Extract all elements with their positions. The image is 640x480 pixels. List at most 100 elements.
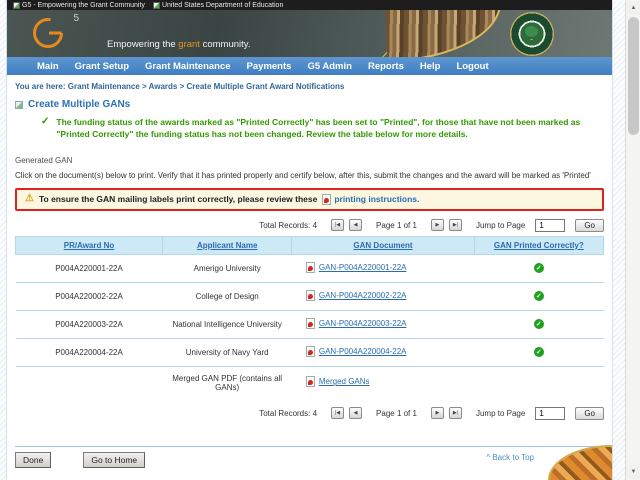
- footer-divider: [15, 445, 604, 447]
- printed-cell: ✓: [474, 254, 604, 283]
- award-no-cell: P004A220004-22A: [15, 338, 163, 367]
- page-indicator: Page 1 of 1: [376, 220, 417, 230]
- table-row: P004A220001-22A Amerigo University GAN-P…: [15, 254, 604, 283]
- g5-favicon-icon: [13, 1, 20, 9]
- header-applicant-name[interactable]: Applicant Name: [161, 235, 293, 255]
- nav-item-help[interactable]: Help: [412, 61, 449, 72]
- printed-cell: ✓: [474, 282, 604, 311]
- browser-tabs-strip: G5 - Empowering the Grant Community Unit…: [7, 0, 612, 10]
- check-icon: ✓: [533, 263, 544, 274]
- printed-cell: [474, 366, 603, 399]
- nav-item-reports[interactable]: Reports: [360, 61, 412, 72]
- library-photo: [385, 10, 503, 57]
- printing-instructions-link[interactable]: printing instructions.: [322, 193, 419, 205]
- breadcrumb-label: You are here:: [15, 82, 66, 91]
- last-page-button[interactable]: ▶|: [448, 407, 462, 420]
- merged-gans-link[interactable]: Merged GANs: [305, 376, 370, 388]
- table-row: P004A220002-22A College of Design GAN-P0…: [15, 282, 604, 311]
- page-content: You are here: Grant Maintenance > Awards…: [7, 82, 612, 468]
- next-page-button[interactable]: ▶: [430, 407, 444, 420]
- table-row-merged: Merged GAN PDF (contains all GANs) Merge…: [16, 366, 604, 399]
- gan-document-link[interactable]: GAN-P004A220002-22A: [305, 289, 406, 301]
- table-header-row: PR/Award No Applicant Name GAN Document …: [15, 235, 605, 255]
- gan-document-cell: GAN-P004A220003-22A: [291, 310, 475, 339]
- total-records-label: Total Records: 4: [259, 408, 318, 418]
- tagline: Empowering the grant community.: [107, 39, 251, 50]
- header-gan-printed[interactable]: GAN Printed Correctly?: [473, 235, 605, 255]
- jump-to-page-label: Jump to Page: [475, 220, 526, 230]
- printed-cell: ✓: [474, 338, 604, 367]
- breadcrumb: You are here: Grant Maintenance > Awards…: [15, 82, 604, 91]
- g5-logo-numeral: 5: [73, 13, 79, 24]
- back-to-top-link[interactable]: ^ Back to Top: [486, 453, 534, 462]
- pdf-icon: [305, 261, 315, 273]
- header-pr-award-no[interactable]: PR/Award No: [15, 235, 163, 255]
- header-gan-document[interactable]: GAN Document: [291, 235, 475, 255]
- pagination-bottom: Total Records: 4 |◀ ◀ Page 1 of 1 ▶ ▶| J…: [15, 406, 604, 420]
- check-icon: ✓: [533, 319, 544, 330]
- total-records-label: Total Records: 4: [259, 220, 318, 230]
- page-title-row: Create Multiple GANs: [15, 99, 604, 110]
- printed-cell: ✓: [474, 310, 604, 339]
- main-navbar: Main Grant Setup Grant Maintenance Payme…: [7, 57, 612, 75]
- next-page-button[interactable]: ▶: [430, 219, 444, 232]
- applicant-cell: Merged GAN PDF (contains all GANs): [172, 373, 283, 392]
- last-page-button[interactable]: ▶|: [448, 219, 462, 232]
- check-icon: ✓: [533, 347, 544, 358]
- applicant-cell: College of Design: [162, 282, 292, 311]
- award-no-cell: [16, 366, 163, 399]
- award-no-cell: P004A220003-22A: [15, 310, 163, 339]
- table-row: P004A220003-22A National Intelligence Un…: [15, 310, 604, 339]
- generated-gan-label: Generated GAN: [15, 155, 73, 165]
- warning-triangle-icon: ⚠: [25, 193, 34, 205]
- nav-item-payments[interactable]: Payments: [239, 61, 300, 72]
- applicant-cell: National Intelligence University: [162, 310, 292, 339]
- scroll-up-icon[interactable]: ▲: [626, 1, 640, 15]
- gan-document-cell: Merged GANs: [292, 366, 474, 399]
- prev-page-button[interactable]: ◀: [349, 219, 363, 232]
- app-header-banner: 5 Empowering the grant community.: [7, 10, 612, 57]
- first-page-button[interactable]: |◀: [331, 219, 345, 232]
- pdf-icon: [305, 317, 315, 329]
- jump-to-page-label: Jump to Page: [475, 408, 526, 418]
- pdf-icon: [305, 376, 315, 388]
- nav-item-grant-maintenance[interactable]: Grant Maintenance: [137, 61, 239, 72]
- prev-page-button[interactable]: ◀: [349, 407, 363, 420]
- first-page-button[interactable]: |◀: [331, 407, 345, 420]
- award-no-cell: P004A220002-22A: [15, 282, 163, 311]
- tagline-grant-word: grant: [178, 39, 200, 50]
- pagination-top: Total Records: 4 |◀ ◀ Page 1 of 1 ▶ ▶| J…: [15, 218, 604, 232]
- go-button[interactable]: Go: [575, 406, 604, 420]
- gan-document-link[interactable]: GAN-P004A220001-22A: [305, 261, 406, 273]
- jump-to-page-input[interactable]: [535, 218, 566, 232]
- scroll-down-icon[interactable]: ▼: [626, 465, 640, 479]
- nav-item-grant-setup[interactable]: Grant Setup: [67, 61, 137, 72]
- success-message-text: The funding status of the awards marked …: [56, 117, 581, 140]
- award-no-cell: P004A220001-22A: [15, 254, 163, 283]
- scrollbar-thumb[interactable]: [628, 17, 639, 135]
- warning-text: To ensure the GAN mailing labels print c…: [38, 194, 318, 205]
- applicant-cell: Amerigo University: [162, 254, 292, 283]
- section-icon: [15, 100, 23, 109]
- tab-title: United States Department of Education: [161, 1, 284, 9]
- gan-document-link[interactable]: GAN-P004A220004-22A: [305, 345, 406, 357]
- jump-to-page-input[interactable]: [535, 406, 566, 420]
- nav-item-main[interactable]: Main: [29, 61, 67, 72]
- tab-title: G5 - Empowering the Grant Community: [22, 1, 145, 9]
- done-button[interactable]: Done: [15, 451, 52, 468]
- browser-scrollbar[interactable]: ▲ ▼: [625, 0, 640, 480]
- browser-tab-g5[interactable]: G5 - Empowering the Grant Community: [13, 1, 145, 9]
- page-title: Create Multiple GANs: [28, 99, 131, 110]
- warning-banner: ⚠ To ensure the GAN mailing labels print…: [15, 187, 604, 211]
- nav-item-g5-admin[interactable]: G5 Admin: [299, 61, 360, 72]
- g5-logo-icon: 5: [31, 13, 79, 53]
- breadcrumb-path[interactable]: Grant Maintenance > Awards > Create Mult…: [68, 82, 345, 91]
- check-icon: ✓: [533, 291, 544, 302]
- go-button[interactable]: Go: [575, 218, 604, 232]
- nav-item-logout[interactable]: Logout: [448, 61, 496, 72]
- browser-tab-ed[interactable]: United States Department of Education: [152, 1, 284, 9]
- gan-document-link[interactable]: GAN-P004A220003-22A: [305, 317, 406, 329]
- go-to-home-button[interactable]: Go to Home: [83, 451, 146, 468]
- success-message: ✓ The funding status of the awards marke…: [41, 116, 593, 141]
- instruction-text: Click on the document(s) below to print.…: [15, 170, 591, 180]
